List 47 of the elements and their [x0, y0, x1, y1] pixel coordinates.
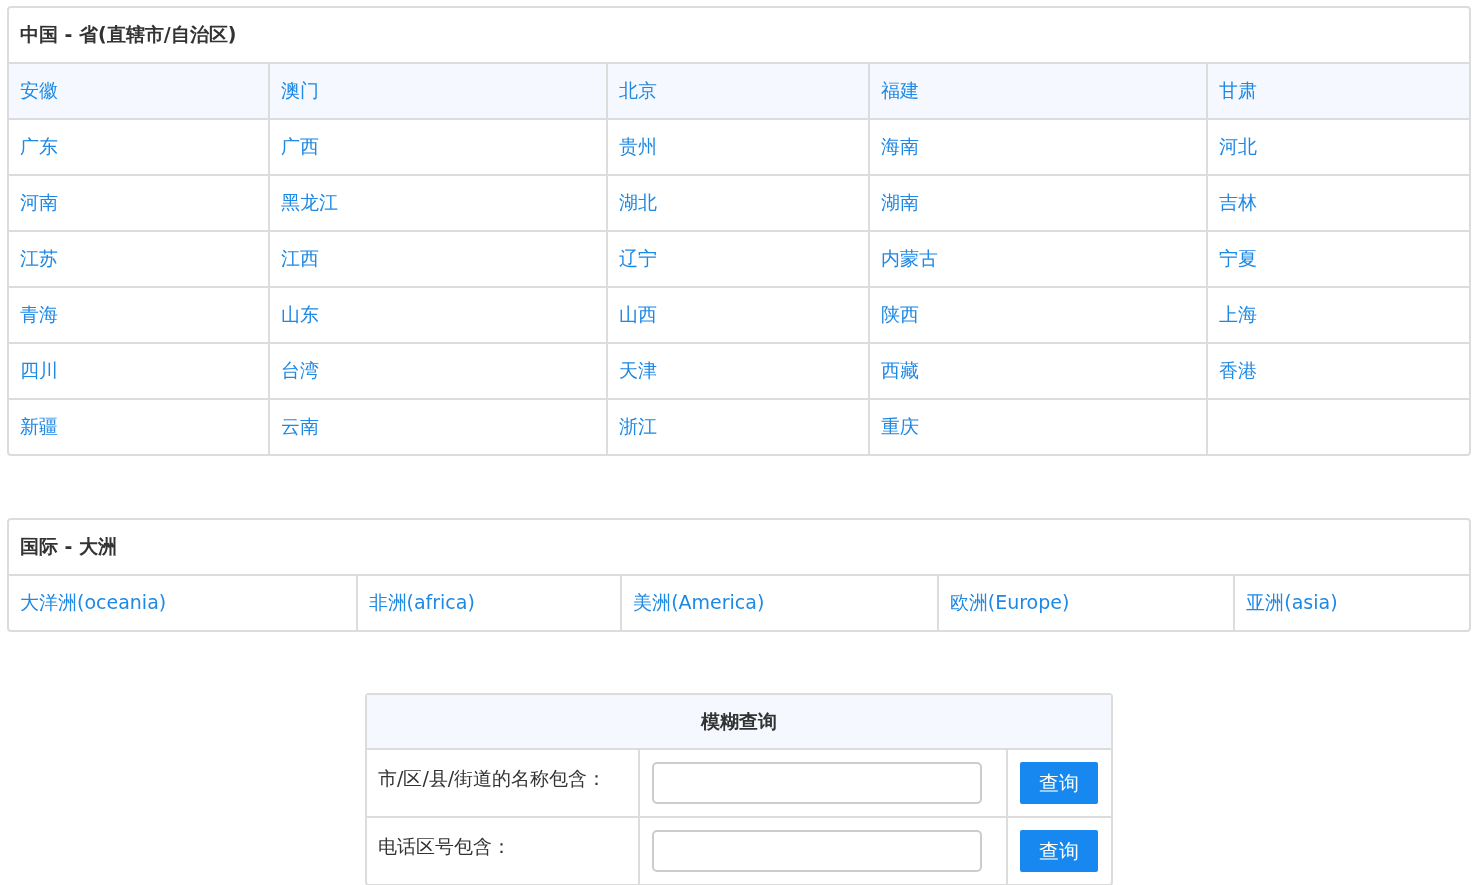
region-link[interactable]: 北京 — [619, 78, 658, 104]
region-link[interactable]: 香港 — [1219, 358, 1258, 384]
region-link[interactable]: 云南 — [280, 414, 319, 440]
region-link[interactable]: 江苏 — [20, 246, 58, 272]
region-link[interactable]: 亚洲(asia) — [1246, 590, 1338, 616]
search-button[interactable]: 查询 — [1020, 830, 1098, 872]
region-link[interactable]: 内蒙古 — [880, 246, 938, 272]
panel-title: 国际 - 大洲 — [9, 520, 1469, 576]
region-link[interactable]: 黑龙江 — [280, 190, 338, 216]
region-link[interactable]: 新疆 — [20, 414, 58, 440]
region-link[interactable]: 广西 — [280, 134, 319, 160]
region-link[interactable]: 西藏 — [880, 358, 919, 384]
region-link[interactable]: 四川 — [20, 358, 58, 384]
search-panel-title: 模糊查询 — [367, 695, 1111, 750]
region-link[interactable]: 美洲(America) — [633, 590, 765, 616]
region-link[interactable]: 广东 — [20, 134, 58, 160]
region-link[interactable]: 台湾 — [280, 358, 319, 384]
region-link[interactable]: 安徽 — [20, 78, 58, 104]
region-link[interactable]: 澳门 — [280, 78, 319, 104]
region-link[interactable]: 贵州 — [619, 134, 658, 160]
region-link[interactable]: 湖北 — [619, 190, 658, 216]
region-link[interactable]: 吉林 — [1219, 190, 1258, 216]
region-link[interactable]: 河南 — [20, 190, 58, 216]
region-link[interactable]: 青海 — [20, 302, 58, 328]
region-link[interactable]: 江西 — [280, 246, 319, 272]
region-link[interactable]: 山西 — [619, 302, 658, 328]
region-link[interactable]: 海南 — [880, 134, 919, 160]
input-field[interactable] — [652, 830, 982, 872]
region-link[interactable]: 宁夏 — [1219, 246, 1258, 272]
input-field[interactable] — [652, 762, 982, 804]
search-button[interactable]: 查询 — [1020, 762, 1098, 804]
region-link[interactable]: 天津 — [619, 358, 658, 384]
region-link[interactable]: 福建 — [880, 78, 919, 104]
region-link[interactable]: 陕西 — [880, 302, 919, 328]
field-label: 电话区号包含： — [367, 818, 640, 884]
region-link[interactable]: 重庆 — [880, 414, 919, 440]
region-link[interactable]: 大洋洲(oceania) — [20, 590, 167, 616]
region-link[interactable]: 湖南 — [880, 190, 919, 216]
region-link[interactable]: 上海 — [1219, 302, 1258, 328]
region-link[interactable]: 非洲(africa) — [368, 590, 475, 616]
field-label: 市/区/县/街道的名称包含： — [367, 750, 640, 816]
region-link[interactable]: 辽宁 — [619, 246, 658, 272]
region-link[interactable]: 浙江 — [619, 414, 658, 440]
region-link[interactable]: 山东 — [280, 302, 319, 328]
region-link[interactable]: 河北 — [1219, 134, 1258, 160]
region-link[interactable]: 甘肃 — [1219, 78, 1258, 104]
region-link[interactable]: 欧洲(Europe) — [949, 590, 1070, 616]
